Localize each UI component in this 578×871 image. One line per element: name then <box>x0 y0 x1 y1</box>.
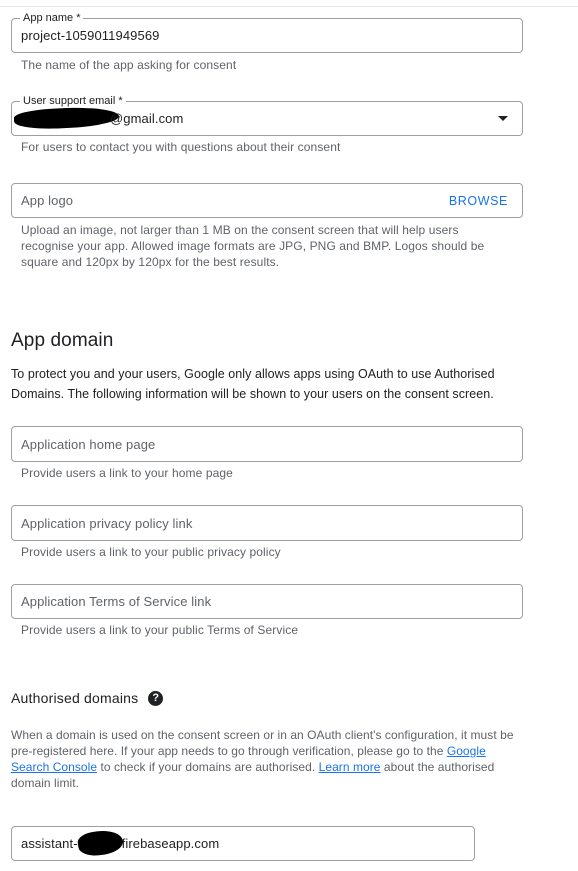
support-email-helper: For users to contact you with questions … <box>21 140 341 154</box>
app-name-field[interactable]: App name * project-1059011949569 <box>11 11 523 53</box>
redaction-mark <box>13 105 120 131</box>
support-email-value[interactable]: @gmail.com <box>110 102 183 135</box>
app-logo-field[interactable]: App logo BROWSE <box>11 183 523 218</box>
home-page-helper: Provide users a link to your home page <box>21 466 233 480</box>
authorised-domains-heading: Authorised domains ? <box>11 690 164 706</box>
privacy-policy-helper: Provide users a link to your public priv… <box>21 545 281 559</box>
authorised-domains-title: Authorised domains <box>11 690 139 706</box>
authorised-domain-input[interactable]: assistant- firebaseapp.com <box>11 826 475 861</box>
app-logo-placeholder: App logo <box>21 193 74 208</box>
domain-suffix: firebaseapp.com <box>121 836 220 851</box>
terms-of-service-helper: Provide users a link to your public Term… <box>21 623 299 637</box>
domain-desc-part2: to check if your domains are authorised. <box>97 760 319 774</box>
privacy-policy-placeholder: Application privacy policy link <box>21 515 193 531</box>
chevron-down-icon[interactable] <box>498 116 508 121</box>
app-domain-title: App domain <box>11 330 114 351</box>
authorised-domains-description: When a domain is used on the consent scr… <box>11 727 526 791</box>
home-page-placeholder: Application home page <box>21 436 156 452</box>
home-page-input[interactable]: Application home page <box>11 426 523 462</box>
help-circle-icon[interactable]: ? <box>148 690 164 706</box>
app-name-helper: The name of the app asking for consent <box>21 58 237 72</box>
support-email-select[interactable]: User support email * @gmail.com <box>11 94 523 136</box>
app-name-value[interactable]: project-1059011949569 <box>21 19 159 52</box>
domain-desc-part1: When a domain is used on the consent scr… <box>11 728 514 758</box>
browse-button[interactable]: BROWSE <box>449 184 508 217</box>
top-divider <box>0 6 578 7</box>
terms-of-service-placeholder: Application Terms of Service link <box>21 594 212 609</box>
app-logo-helper: Upload an image, not larger than 1 MB on… <box>21 223 485 269</box>
domain-prefix: assistant- <box>21 836 78 851</box>
learn-more-link[interactable]: Learn more <box>319 760 381 774</box>
terms-of-service-input[interactable]: Application Terms of Service link <box>11 584 523 619</box>
privacy-policy-input[interactable]: Application privacy policy link <box>11 505 523 541</box>
app-domain-description: To protect you and your users, Google on… <box>11 367 495 401</box>
